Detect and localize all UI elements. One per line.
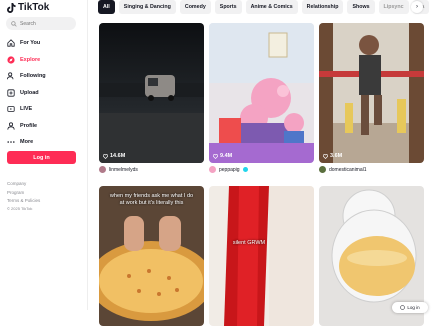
video-card[interactable]: 9.4M peppapig bbox=[209, 23, 314, 173]
view-count: 3.6M bbox=[323, 153, 342, 159]
footer-link-company[interactable]: Company bbox=[7, 180, 40, 189]
nav-label: LIVE bbox=[20, 106, 33, 113]
nav-label: Following bbox=[20, 73, 46, 80]
video-author[interactable]: domesticanimal1 bbox=[319, 166, 424, 173]
chip-comedy[interactable]: Comedy bbox=[179, 0, 211, 14]
search-icon bbox=[11, 20, 17, 27]
video-card[interactable]: 3.6M domesticanimal1 bbox=[319, 23, 424, 173]
view-count-text: 3.6M bbox=[330, 153, 343, 159]
home-icon bbox=[7, 39, 15, 47]
video-thumbnail-image bbox=[319, 23, 424, 163]
nav-item-explore[interactable]: Explore bbox=[7, 52, 83, 69]
footer-link-terms[interactable]: Terms & Policies bbox=[7, 197, 40, 206]
footer-link-program[interactable]: Program bbox=[7, 189, 40, 198]
author-name: linmelmelyds bbox=[109, 166, 138, 173]
chip-relationship[interactable]: Relationship bbox=[301, 0, 344, 14]
live-icon bbox=[7, 105, 15, 113]
heart-icon bbox=[213, 153, 218, 159]
profile-icon bbox=[7, 122, 15, 130]
view-count: 14.6M bbox=[103, 153, 125, 159]
video-thumbnail-image bbox=[209, 23, 314, 163]
tiktok-logo-icon bbox=[7, 2, 16, 13]
video-caption-overlay: silent GRWM bbox=[232, 240, 266, 246]
nav-item-more[interactable]: More bbox=[7, 134, 83, 151]
category-chips: All Singing & Dancing Comedy Sports Anim… bbox=[98, 0, 430, 14]
video-thumbnail[interactable]: 14.6M bbox=[99, 23, 204, 163]
upload-icon bbox=[7, 89, 15, 97]
login-button[interactable]: Log in bbox=[7, 151, 76, 164]
view-count: 9.4M bbox=[213, 153, 232, 159]
video-thumbnail-image bbox=[99, 186, 204, 326]
chip-singing-dancing[interactable]: Singing & Dancing bbox=[118, 0, 176, 14]
video-thumbnail-image bbox=[99, 23, 204, 163]
chevron-right-icon[interactable]: › bbox=[411, 1, 423, 13]
video-thumbnail[interactable]: when my friends ask me what I do at work… bbox=[99, 186, 204, 326]
verified-badge-icon bbox=[242, 167, 248, 172]
nav-item-profile[interactable]: Profile bbox=[7, 118, 83, 135]
video-card[interactable]: silent GRWM bbox=[209, 186, 314, 326]
nav-label: More bbox=[20, 139, 34, 146]
copyright: © 2025 TikTok bbox=[7, 205, 33, 211]
video-thumbnail[interactable]: silent GRWM bbox=[209, 186, 314, 326]
tiktok-logo[interactable]: TikTok bbox=[7, 2, 49, 13]
chip-sports[interactable]: Sports bbox=[214, 0, 242, 14]
video-thumbnail[interactable]: 9.4M bbox=[209, 23, 314, 163]
video-author[interactable]: peppapig bbox=[209, 166, 314, 173]
search-input[interactable] bbox=[20, 20, 75, 27]
nav-label: Profile bbox=[20, 122, 38, 129]
nav-item-for-you[interactable]: For You bbox=[7, 35, 83, 52]
nav-item-following[interactable]: Following bbox=[7, 68, 83, 85]
chip-lipsync[interactable]: Lipsync bbox=[378, 0, 409, 14]
author-name: peppapig bbox=[219, 166, 240, 173]
nav-label: Upload bbox=[20, 89, 39, 96]
view-count-text: 14.6M bbox=[110, 153, 126, 159]
search-bar[interactable] bbox=[6, 17, 76, 30]
video-author[interactable]: linmelmelyds bbox=[99, 166, 204, 173]
sidebar: TikTok For You Explore Following Upload … bbox=[0, 0, 88, 310]
video-caption-overlay: when my friends ask me what I do at work… bbox=[109, 193, 194, 206]
nav-label: For You bbox=[20, 40, 41, 47]
sidebar-nav: For You Explore Following Upload LIVE Pr… bbox=[7, 35, 83, 151]
heart-icon bbox=[103, 153, 108, 159]
video-thumbnail-image bbox=[209, 186, 314, 326]
chip-anime-comics[interactable]: Anime & Comics bbox=[245, 0, 298, 14]
video-card[interactable]: when my friends ask me what I do at work… bbox=[99, 186, 204, 326]
person-icon bbox=[7, 72, 15, 80]
video-thumbnail[interactable]: 3.6M bbox=[319, 23, 424, 163]
floating-login-label: Log in bbox=[407, 305, 420, 310]
avatar bbox=[319, 166, 326, 173]
avatar bbox=[99, 166, 106, 173]
floating-login-button[interactable]: Log in bbox=[392, 302, 428, 313]
chip-shows[interactable]: Shows bbox=[347, 0, 375, 14]
video-card[interactable]: 14.6M linmelmelyds bbox=[99, 23, 204, 173]
nav-item-upload[interactable]: Upload bbox=[7, 85, 83, 102]
view-count-text: 9.4M bbox=[220, 153, 233, 159]
avatar bbox=[209, 166, 216, 173]
login-icon bbox=[400, 305, 406, 310]
compass-icon bbox=[7, 56, 15, 64]
chip-all[interactable]: All bbox=[98, 0, 115, 14]
logo-text: TikTok bbox=[18, 2, 50, 13]
explore-main: All Singing & Dancing Comedy Sports Anim… bbox=[96, 0, 440, 326]
author-name: domesticanimal1 bbox=[329, 166, 367, 173]
nav-label: Explore bbox=[20, 56, 41, 63]
heart-icon bbox=[323, 153, 328, 159]
nav-item-live[interactable]: LIVE bbox=[7, 101, 83, 118]
sidebar-footer: Company Program Terms & Policies © 2025 … bbox=[7, 180, 40, 212]
more-icon bbox=[7, 138, 15, 146]
